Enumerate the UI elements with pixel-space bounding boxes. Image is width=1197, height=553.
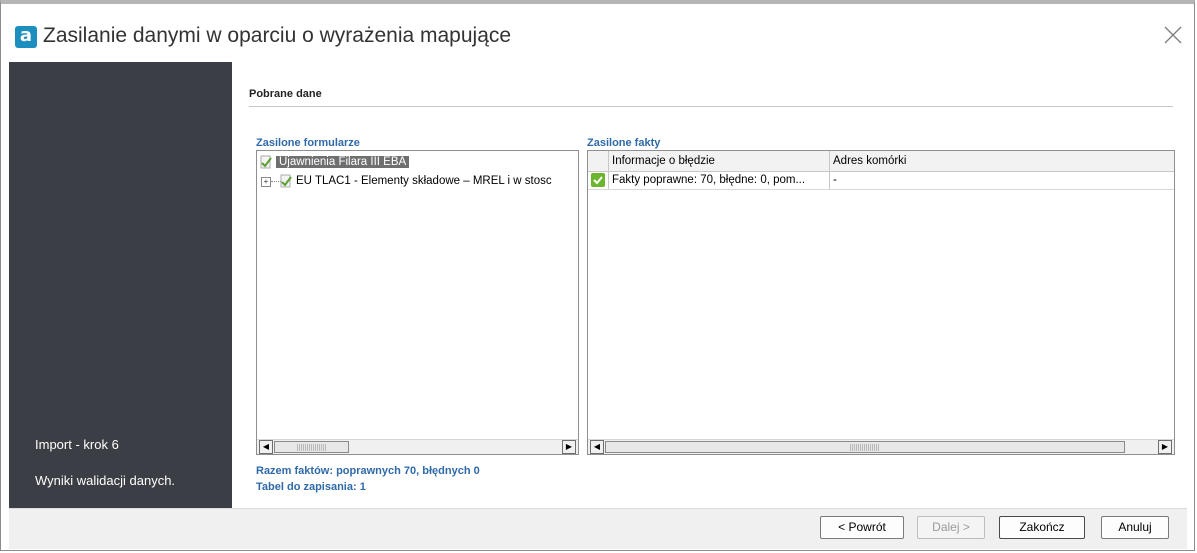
app-logo-icon: a: [15, 26, 37, 48]
dialog-window: a Zasilanie danymi w oparciu o wyrażenia…: [0, 0, 1195, 551]
forms-tree[interactable]: Ujawnienia Filara III EBA + EU TLAC1 - E…: [256, 150, 579, 455]
grid-status-cell: [588, 171, 609, 189]
close-icon[interactable]: [1162, 24, 1184, 46]
wizard-sidebar: Import - krok 6 Wyniki walidacji danych.: [9, 62, 232, 508]
grid-header: Informacje o błędzie Adres komórki: [588, 151, 1174, 172]
back-button[interactable]: < Powrót: [820, 516, 904, 539]
cancel-button[interactable]: Anuluj: [1101, 516, 1169, 539]
scroll-left-icon[interactable]: ◀: [590, 440, 604, 454]
tree-item-root[interactable]: Ujawnienia Filara III EBA: [259, 154, 410, 170]
wizard-step-label: Import - krok 6: [35, 437, 119, 452]
scroll-thumb[interactable]: [605, 441, 1125, 453]
scroll-left-icon[interactable]: ◀: [259, 440, 273, 454]
window-title: Zasilanie danymi w oparciu o wyrażenia m…: [43, 24, 512, 47]
scroll-thumb[interactable]: [274, 441, 349, 453]
finish-button[interactable]: Zakończ: [999, 516, 1085, 539]
grid-info-cell: Fakty poprawne: 70, błędne: 0, pom...: [609, 171, 830, 189]
facts-summary: Razem faktów: poprawnych 70, błędnych 0: [256, 465, 480, 477]
title-bar: a Zasilanie danymi w oparciu o wyrażenia…: [1, 4, 1194, 64]
wizard-step-description: Wyniki walidacji danych.: [35, 473, 176, 488]
form-check-icon: [280, 174, 292, 188]
section-title: Pobrane dane: [249, 88, 322, 100]
check-icon: [591, 173, 605, 187]
scroll-right-icon[interactable]: ▶: [1158, 440, 1172, 454]
grid-header-address[interactable]: Adres komórki: [830, 151, 1174, 171]
section-divider: [249, 106, 1173, 107]
table-row[interactable]: Fakty poprawne: 70, błędne: 0, pom... -: [588, 171, 1174, 190]
scroll-right-icon[interactable]: ▶: [562, 440, 576, 454]
next-button[interactable]: Dalej >: [917, 516, 985, 539]
wizard-footer: < Powrót Dalej > Zakończ Anuluj: [9, 508, 1187, 549]
facts-horizontal-scrollbar[interactable]: ◀ ▶: [588, 439, 1174, 454]
facts-panel-label: Zasilone fakty: [587, 137, 661, 149]
grid-header-status: [588, 151, 609, 171]
forms-horizontal-scrollbar[interactable]: ◀ ▶: [257, 439, 578, 454]
facts-grid[interactable]: Informacje o błędzie Adres komórki Fakty…: [587, 150, 1175, 455]
tree-item-child[interactable]: + EU TLAC1 - Elementy składowe – MREL i …: [257, 173, 577, 189]
tree-item-label: Ujawnienia Filara III EBA: [276, 156, 410, 168]
tree-item-label: EU TLAC1 - Elementy składowe – MREL i w …: [296, 175, 552, 187]
grid-header-info[interactable]: Informacje o błędzie: [609, 151, 830, 171]
forms-panel-label: Zasilone formularze: [256, 137, 360, 149]
tree-item-child-content: EU TLAC1 - Elementy składowe – MREL i w …: [279, 173, 552, 189]
form-check-icon: [260, 155, 272, 169]
wizard-content: Pobrane dane Zasilone formularze Ujawnie…: [232, 62, 1187, 508]
tree-expander-icon[interactable]: +: [261, 177, 271, 187]
tables-summary: Tabel do zapisania: 1: [256, 481, 366, 493]
grid-address-cell: -: [833, 174, 837, 186]
